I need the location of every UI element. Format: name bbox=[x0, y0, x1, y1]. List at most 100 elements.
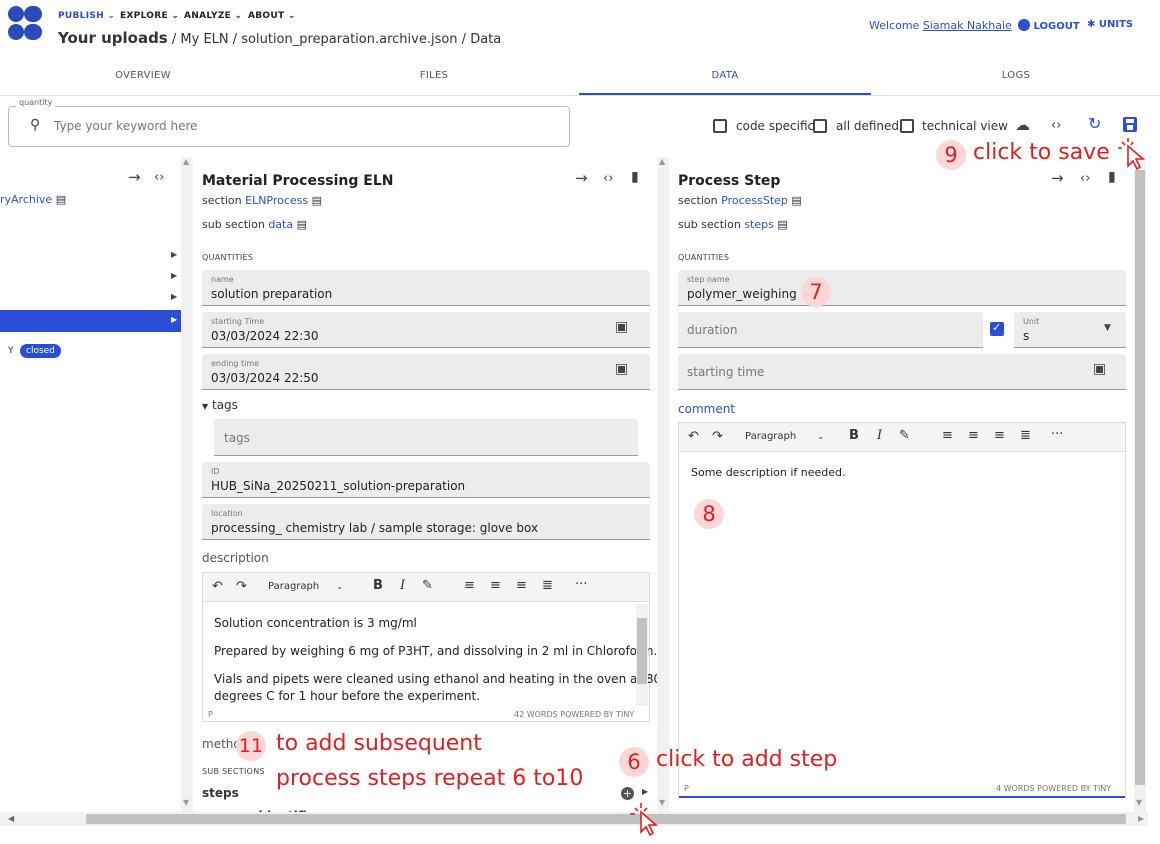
delete-icon[interactable]: ▮ bbox=[631, 170, 639, 184]
technical-view-label: technical view bbox=[922, 119, 1008, 133]
cursor-click-icon bbox=[1118, 138, 1146, 171]
delete-icon[interactable]: ▮ bbox=[1108, 170, 1116, 184]
subsection-link[interactable]: data bbox=[268, 218, 293, 231]
chevron-right-icon[interactable]: ▶ bbox=[171, 272, 177, 280]
welcome-text: Welcome Siamak Nakhaie bbox=[869, 19, 1012, 32]
tab-files[interactable]: FILES bbox=[394, 70, 474, 81]
unit-value: s bbox=[1023, 329, 1030, 343]
editor-path: P bbox=[684, 784, 689, 793]
nav-publish[interactable]: PUBLISH ⌄ bbox=[58, 11, 115, 21]
align-right-icon[interactable]: ≡ bbox=[516, 579, 527, 592]
subsection-link[interactable]: steps bbox=[744, 218, 774, 231]
italic-icon[interactable]: I bbox=[400, 579, 405, 592]
clipboard-icon[interactable]: ▤ bbox=[312, 194, 322, 207]
scroll-up-icon[interactable]: ▲ bbox=[659, 158, 665, 166]
code-specific-checkbox[interactable] bbox=[713, 119, 727, 133]
justify-icon[interactable]: ≣ bbox=[1020, 429, 1031, 442]
breadcrumb-root[interactable]: Your uploads bbox=[58, 29, 168, 47]
calendar-icon[interactable]: ▣ bbox=[615, 362, 628, 376]
paragraph-select[interactable]: Paragraph ⌄ bbox=[745, 432, 824, 442]
cloud-download-icon[interactable]: ☁ bbox=[1015, 118, 1030, 133]
chevron-right-icon[interactable]: ▶ bbox=[171, 293, 177, 301]
scroll-down-icon[interactable]: ▼ bbox=[1136, 799, 1142, 807]
cursor-click-icon bbox=[630, 803, 659, 837]
tab-data[interactable]: DATA bbox=[685, 70, 765, 81]
align-right-icon[interactable]: ≡ bbox=[994, 429, 1005, 442]
justify-icon[interactable]: ≣ bbox=[542, 579, 553, 592]
clipboard-icon[interactable]: ▤ bbox=[791, 194, 801, 207]
clipboard-icon[interactable]: ▤ bbox=[297, 218, 307, 231]
technical-view-checkbox[interactable] bbox=[900, 119, 914, 133]
scroll-up-icon[interactable]: ▲ bbox=[183, 158, 189, 166]
reload-icon[interactable]: ↻ bbox=[1088, 116, 1101, 132]
nomad-logo[interactable] bbox=[8, 6, 44, 44]
logout-button[interactable]: LOGOUT bbox=[1018, 19, 1080, 32]
paragraph-select[interactable]: Paragraph ⌄ bbox=[268, 582, 343, 592]
clipboard-icon[interactable]: ▤ bbox=[777, 218, 787, 231]
chevron-right-icon[interactable]: ▶ bbox=[171, 251, 177, 259]
description-scroll-thumb[interactable] bbox=[637, 618, 647, 684]
italic-icon[interactable]: I bbox=[877, 429, 882, 442]
redo-icon[interactable]: ↷ bbox=[712, 430, 723, 443]
comment-text: Some description if needed. bbox=[691, 466, 846, 479]
editor-focus-line bbox=[679, 796, 1125, 798]
calendar-icon[interactable]: ▣ bbox=[615, 320, 628, 334]
arrow-right-icon[interactable]: → bbox=[128, 170, 141, 185]
save-icon[interactable] bbox=[1123, 117, 1137, 132]
align-left-icon[interactable]: ≡ bbox=[942, 429, 953, 442]
code-icon[interactable]: ‹› bbox=[603, 172, 613, 185]
duration-unit-checkbox[interactable]: ✓ bbox=[990, 321, 1004, 336]
archive-link[interactable]: ryArchive ▤ bbox=[0, 193, 66, 206]
bold-icon[interactable]: B bbox=[849, 429, 859, 442]
subsections-heading: SUB SECTIONS bbox=[202, 767, 265, 776]
chevron-right-icon[interactable]: ▶ bbox=[642, 788, 648, 796]
add-step-icon[interactable]: + bbox=[621, 787, 634, 800]
scroll-left-icon[interactable]: ◀ bbox=[8, 815, 14, 823]
left-y-label: Y bbox=[8, 346, 14, 356]
arrow-right-icon[interactable]: → bbox=[575, 171, 588, 186]
nav-about[interactable]: ABOUT ⌄ bbox=[248, 11, 296, 21]
scroll-down-icon[interactable]: ▼ bbox=[183, 799, 189, 807]
tags-placeholder: tags bbox=[224, 431, 250, 445]
section-link[interactable]: ELNProcess bbox=[245, 194, 308, 207]
redo-icon[interactable]: ↷ bbox=[236, 580, 247, 593]
units-button[interactable]: ✱ UNITS bbox=[1087, 19, 1133, 30]
annotation-text-9: click to save bbox=[973, 140, 1110, 165]
chevron-down-icon: ▼ bbox=[202, 402, 209, 411]
align-center-icon[interactable]: ≡ bbox=[490, 579, 501, 592]
nav-analyze[interactable]: ANALYZE ⌄ bbox=[184, 11, 242, 21]
all-defined-checkbox[interactable] bbox=[813, 119, 827, 133]
section-link[interactable]: ProcessStep bbox=[721, 194, 788, 207]
undo-icon[interactable]: ↶ bbox=[688, 430, 699, 443]
right-scroll-thumb[interactable] bbox=[1135, 170, 1145, 785]
description-line: Prepared by weighing 6 mg of P3HT, and d… bbox=[214, 644, 658, 658]
align-center-icon[interactable]: ≡ bbox=[968, 429, 979, 442]
left-scrollbar[interactable] bbox=[181, 157, 193, 812]
code-icon[interactable]: ‹› bbox=[154, 171, 164, 184]
scroll-right-icon[interactable]: ▶ bbox=[1138, 815, 1144, 823]
tab-logs[interactable]: LOGS bbox=[976, 70, 1056, 81]
clipboard-icon: ▤ bbox=[55, 193, 67, 206]
more-icon[interactable]: ··· bbox=[1051, 428, 1063, 441]
annotation-text-11b: process steps repeat 6 to10 bbox=[276, 766, 584, 791]
more-icon[interactable]: ··· bbox=[575, 578, 587, 591]
arrow-right-icon[interactable]: → bbox=[1051, 171, 1064, 186]
tags-toggle[interactable]: ▼ tags bbox=[202, 398, 238, 412]
code-icon[interactable]: ‹› bbox=[1051, 119, 1061, 132]
code-icon[interactable]: ‹› bbox=[1080, 172, 1090, 185]
user-name-link[interactable]: Siamak Nakhaie bbox=[923, 19, 1012, 32]
sidebar-item-selected[interactable]: ▶ bbox=[0, 310, 182, 332]
align-left-icon[interactable]: ≡ bbox=[464, 579, 475, 592]
highlight-icon[interactable]: ✎ bbox=[422, 579, 433, 592]
nav-explore[interactable]: EXPLORE ⌄ bbox=[120, 11, 179, 21]
highlight-icon[interactable]: ✎ bbox=[899, 429, 910, 442]
horizontal-scroll-thumb[interactable] bbox=[86, 814, 1126, 824]
bold-icon[interactable]: B bbox=[373, 579, 383, 592]
tags-input[interactable] bbox=[214, 419, 638, 456]
calendar-icon[interactable]: ▣ bbox=[1093, 362, 1106, 376]
steps-subsection[interactable]: steps bbox=[202, 786, 239, 800]
middle-scrollbar[interactable] bbox=[657, 157, 669, 812]
undo-icon[interactable]: ↶ bbox=[212, 580, 223, 593]
tab-overview[interactable]: OVERVIEW bbox=[103, 70, 183, 81]
location-label: location bbox=[211, 509, 243, 518]
